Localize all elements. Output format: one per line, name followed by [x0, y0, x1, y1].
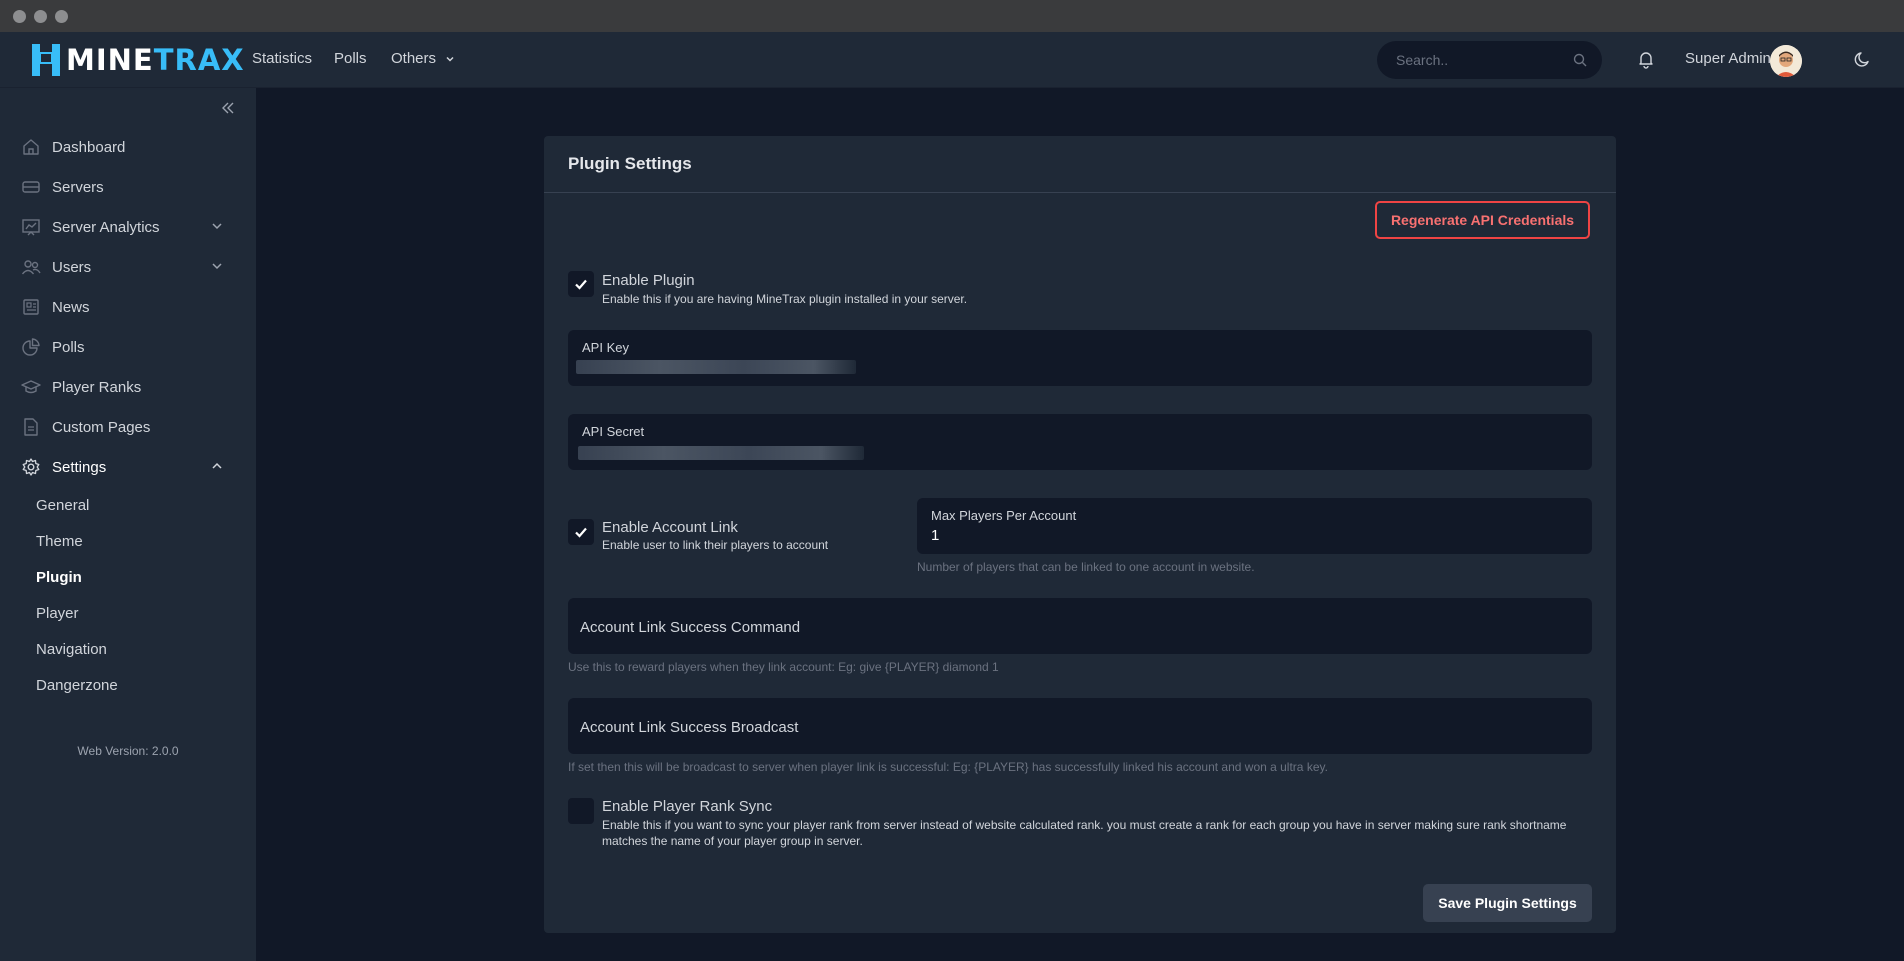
- checkmark-icon: [575, 279, 587, 290]
- chevron-down-icon: [212, 223, 222, 230]
- window-titlebar: [0, 0, 1904, 32]
- chevron-up-icon: [212, 462, 222, 469]
- max-players-label: Max Players Per Account: [931, 508, 1077, 523]
- logo-icon: [32, 44, 60, 76]
- plugin-settings-panel: Plugin Settings Regenerate API Credentia…: [544, 136, 1616, 933]
- max-players-help: Number of players that can be linked to …: [917, 560, 1255, 574]
- graduation-cap-icon: [21, 380, 41, 394]
- newspaper-icon: [23, 299, 39, 315]
- api-key-field[interactable]: API Key: [568, 330, 1592, 386]
- window-minimize-button[interactable]: [34, 10, 47, 23]
- account-link-success-command-input[interactable]: Account Link Success Command: [568, 598, 1592, 654]
- sidebar-item-polls[interactable]: Polls: [20, 333, 240, 361]
- search-icon[interactable]: [1572, 52, 1588, 68]
- sidebar-subitem-navigation[interactable]: Navigation: [36, 641, 107, 658]
- nav-link-statistics[interactable]: Statistics: [252, 50, 312, 67]
- enable-plugin-help: Enable this if you are having MineTrax p…: [602, 292, 968, 306]
- window-close-button[interactable]: [13, 10, 26, 23]
- api-secret-masked-value: [578, 446, 864, 460]
- account-link-broadcast-help: If set then this will be broadcast to se…: [568, 760, 1328, 774]
- account-link-command-placeholder: Account Link Success Command: [580, 619, 801, 636]
- document-icon: [24, 418, 38, 436]
- app-logo[interactable]: MINETRAX: [30, 42, 245, 78]
- nav-link-others[interactable]: Others: [391, 50, 456, 67]
- web-version-label: Web Version: 2.0.0: [77, 744, 179, 758]
- account-link-command-help: Use this to reward players when they lin…: [568, 660, 999, 674]
- avatar-image: [1770, 45, 1802, 77]
- sidebar-item-player-ranks[interactable]: Player Ranks: [20, 373, 240, 401]
- api-secret-field[interactable]: API Secret: [568, 414, 1592, 470]
- max-players-per-account-field[interactable]: Max Players Per Account 1: [917, 498, 1592, 554]
- chevron-down-icon: [212, 263, 222, 270]
- enable-account-link-checkbox[interactable]: [568, 519, 594, 545]
- window-maximize-button[interactable]: [55, 10, 68, 23]
- sidebar-subitem-general[interactable]: General: [36, 497, 89, 514]
- enable-plugin-label: Enable Plugin: [602, 272, 695, 289]
- sidebar-item-users[interactable]: Users: [20, 253, 240, 281]
- sidebar-item-servers[interactable]: Servers: [20, 173, 240, 201]
- regenerate-api-credentials-button[interactable]: Regenerate API Credentials: [1375, 201, 1590, 239]
- notification-bell-icon[interactable]: [1636, 49, 1656, 69]
- api-secret-label: API Secret: [582, 424, 645, 439]
- account-link-success-broadcast-input[interactable]: Account Link Success Broadcast: [568, 698, 1592, 754]
- enable-player-rank-sync-label: Enable Player Rank Sync: [602, 798, 773, 815]
- server-icon: [22, 181, 40, 193]
- api-key-label: API Key: [582, 340, 629, 355]
- gear-icon: [22, 458, 40, 476]
- sidebar-item-settings[interactable]: Settings: [20, 453, 240, 481]
- search-placeholder: Search..: [1396, 52, 1449, 68]
- enable-plugin-checkbox[interactable]: [568, 271, 594, 297]
- sidebar: Dashboard Servers Server Analytics Users…: [0, 88, 256, 961]
- chevron-down-icon: [446, 57, 454, 62]
- save-plugin-settings-button[interactable]: Save Plugin Settings: [1423, 884, 1592, 922]
- sidebar-subitem-theme[interactable]: Theme: [36, 533, 83, 550]
- users-icon: [21, 260, 41, 275]
- collapse-sidebar-icon[interactable]: [220, 100, 236, 116]
- enable-account-link-help: Enable user to link their players to acc…: [602, 538, 829, 552]
- home-icon: [23, 139, 39, 155]
- sidebar-subitem-player[interactable]: Player: [36, 605, 79, 622]
- checkmark-icon: [575, 527, 587, 538]
- api-key-masked-value: [576, 360, 856, 374]
- sidebar-item-dashboard[interactable]: Dashboard: [20, 133, 240, 161]
- user-name[interactable]: Super Admin: [1685, 50, 1771, 67]
- panel-divider: [544, 192, 1616, 193]
- sidebar-item-custom-pages[interactable]: Custom Pages: [20, 413, 240, 441]
- enable-player-rank-sync-checkbox[interactable]: [568, 798, 594, 824]
- analytics-chart-icon: [22, 219, 40, 236]
- nav-link-polls[interactable]: Polls: [334, 50, 367, 67]
- sidebar-item-server-analytics[interactable]: Server Analytics: [20, 213, 240, 241]
- panel-title: Plugin Settings: [568, 154, 692, 173]
- dark-mode-toggle-icon[interactable]: [1853, 49, 1873, 69]
- search-input[interactable]: Search..: [1377, 41, 1602, 79]
- logo-text: MINETRAX: [66, 43, 245, 77]
- top-navbar: MINETRAX Statistics Polls Others Search.…: [0, 32, 1904, 88]
- max-players-value: 1: [931, 527, 940, 544]
- pie-chart-icon: [22, 338, 40, 356]
- sidebar-item-news[interactable]: News: [20, 293, 240, 321]
- account-link-broadcast-placeholder: Account Link Success Broadcast: [580, 719, 799, 736]
- sidebar-subitem-dangerzone[interactable]: Dangerzone: [36, 677, 118, 694]
- user-avatar[interactable]: [1770, 45, 1802, 77]
- sidebar-subitem-plugin[interactable]: Plugin: [36, 569, 82, 586]
- enable-account-link-label: Enable Account Link: [602, 519, 738, 536]
- enable-player-rank-sync-help: Enable this if you want to sync your pla…: [602, 818, 1567, 848]
